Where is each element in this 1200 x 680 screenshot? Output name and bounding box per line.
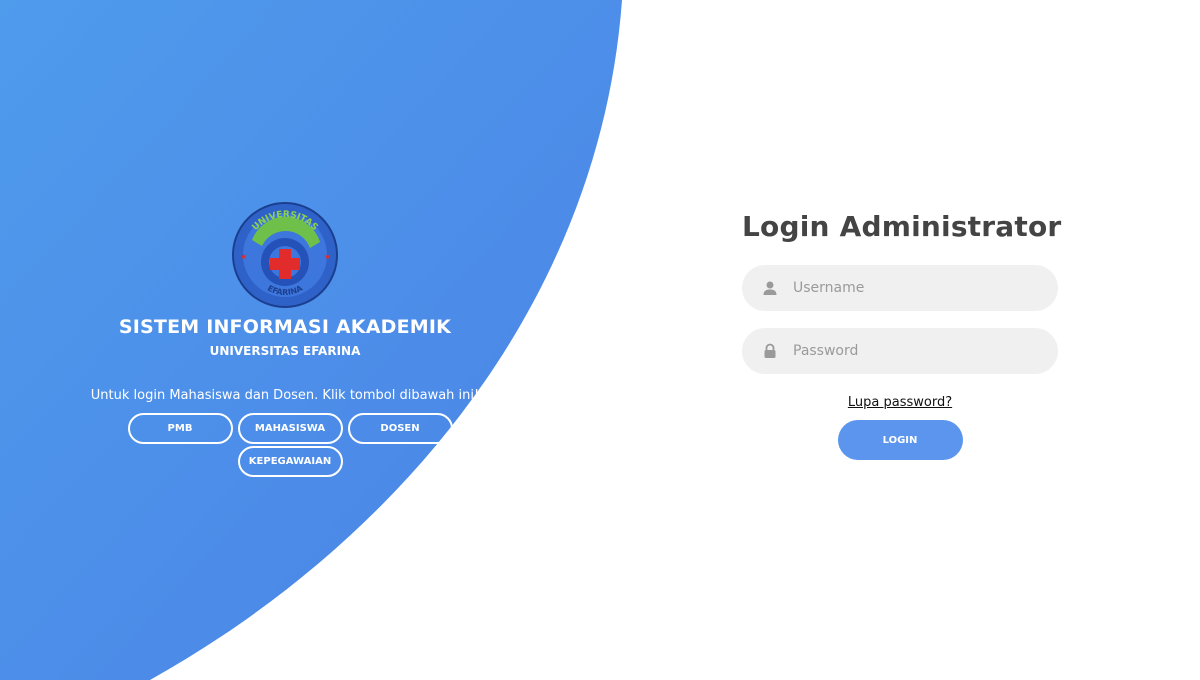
system-title: SISTEM INFORMASI AKADEMIK: [118, 316, 452, 338]
user-icon: [763, 281, 777, 295]
username-field-wrapper: [742, 265, 1058, 311]
password-field-wrapper: [742, 328, 1058, 374]
password-input[interactable]: [793, 331, 1033, 371]
username-input[interactable]: [793, 268, 1033, 308]
lock-icon: [764, 343, 776, 358]
kepegawaian-button[interactable]: KEPEGAWAIAN: [237, 446, 343, 477]
svg-text:★: ★: [324, 252, 331, 261]
login-button[interactable]: LOGIN: [837, 420, 963, 460]
left-panel: UNIVERSITAS EFARINA ★ ★ SISTEM INFORMASI…: [60, 200, 510, 477]
login-page: UNIVERSITAS EFARINA ★ ★ SISTEM INFORMASI…: [0, 0, 1200, 680]
university-logo: UNIVERSITAS EFARINA ★ ★: [232, 202, 338, 308]
mahasiswa-button[interactable]: MAHASISWA: [237, 413, 343, 444]
login-form: Login Administrator Lupa password? LOGIN: [742, 210, 1062, 460]
forgot-password-link[interactable]: Lupa password?: [848, 395, 952, 410]
dosen-button[interactable]: DOSEN: [347, 413, 453, 444]
portal-buttons: PMB MAHASISWA DOSEN KEPEGAWAIAN: [115, 413, 465, 477]
pmb-button[interactable]: PMB: [127, 413, 233, 444]
system-subtitle: UNIVERSITAS EFARINA: [209, 344, 361, 358]
login-instruction: Untuk login Mahasiswa dan Dosen. Klik to…: [90, 388, 480, 403]
svg-text:★: ★: [240, 252, 247, 261]
login-title: Login Administrator: [742, 210, 1062, 243]
